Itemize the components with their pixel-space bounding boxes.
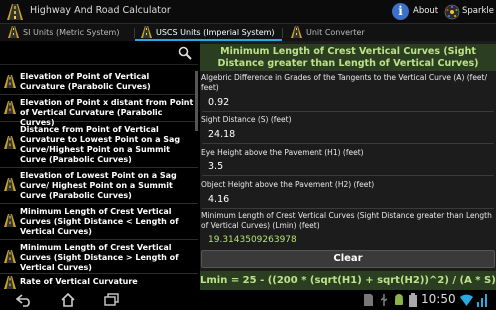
road-icon [4, 250, 16, 263]
road-icon [7, 4, 23, 20]
tab-bar: SI Units (Metric System) USCS Units (Imp… [0, 24, 496, 41]
calculator-title: Minimum Length of Crest Vertical Curves … [200, 44, 496, 71]
result-value: 19.3143509263978 [208, 235, 297, 245]
wifi-icon [460, 294, 473, 306]
object-height-input[interactable]: 4.16 [208, 194, 229, 205]
info-icon: i [392, 3, 409, 20]
sparkle-label: Sparkle [462, 6, 495, 16]
field-label-h2: Object Height above the Pavement (H2) (f… [201, 180, 375, 189]
list-item-label: Elevation of Point of Vertical Curvature… [20, 72, 151, 91]
app-title: Highway And Road Calculator [30, 5, 171, 16]
road-icon [4, 214, 16, 227]
tab-uscs-units[interactable]: USCS Units (Imperial System) [135, 24, 282, 41]
field-label-a: Algebric Difference in Grades of the Tan… [201, 73, 488, 92]
input-underline [202, 111, 494, 112]
tab-divider [282, 28, 283, 38]
list-scrollbar[interactable] [195, 71, 198, 131]
list-item[interactable]: Elevation of Point x distant from Point … [0, 95, 198, 127]
sight-distance-input[interactable]: 24.18 [208, 129, 235, 140]
result-label: Minimum Length of Crest Vertical Curves … [201, 211, 492, 230]
road-icon [4, 136, 16, 149]
calculator-panel: Minimum Length of Crest Vertical Curves … [200, 41, 496, 290]
home-icon[interactable] [60, 293, 76, 307]
road-icon [4, 178, 16, 191]
list-item-label: Minimum Length of Crest Vertical Curves … [20, 243, 179, 272]
formula-display: Lmin = 25 - ((200 * (sqrt(H1) + sqrt(H2)… [200, 271, 496, 290]
input-underline [202, 143, 494, 144]
list-item[interactable]: Minimum Length of Crest Vertical Curves … [0, 240, 198, 274]
list-item-label: Elevation of Lowest Point on a Sag Curve… [20, 171, 177, 200]
android-icon [395, 294, 403, 305]
eye-height-input[interactable]: 3.5 [208, 161, 223, 172]
road-icon [4, 276, 16, 289]
list-item-label: Distance from Point of Vertical Curvatur… [20, 125, 181, 164]
road-icon [8, 26, 19, 38]
action-bar: Highway And Road Calculator i About Spar… [0, 0, 496, 24]
usb-icon [380, 294, 388, 306]
search-row [0, 41, 198, 65]
tab-unit-converter[interactable]: Unit Converter [291, 24, 381, 41]
system-bar: 10:50 [0, 290, 496, 310]
grade-difference-input[interactable]: 0.92 [208, 97, 229, 108]
signal-icon [477, 294, 487, 307]
tab-label: USCS Units (Imperial System) [156, 28, 275, 37]
road-icon [4, 75, 16, 88]
road-icon [291, 26, 302, 38]
clear-button[interactable]: Clear [201, 250, 495, 268]
road-icon [141, 26, 152, 38]
list-item[interactable]: Distance from Point of Vertical Curvatur… [0, 122, 198, 168]
recent-apps-icon[interactable] [104, 293, 120, 307]
list-item[interactable]: Minimum Length of Crest Vertical Curves … [0, 204, 198, 240]
road-icon [4, 101, 16, 114]
clock: 10:50 [421, 292, 456, 306]
search-icon[interactable] [178, 46, 192, 60]
tab-si-units[interactable]: SI Units (Metric System) [8, 24, 128, 41]
tab-label: Unit Converter [306, 28, 365, 37]
sd-card-icon [364, 294, 373, 306]
tab-label: SI Units (Metric System) [23, 28, 120, 37]
field-label-s: Sight Distance (S) (feet) [201, 115, 292, 124]
list-item[interactable]: Elevation of Point of Vertical Curvature… [0, 69, 198, 95]
formula-list: Elevation of Point of Vertical Curvature… [0, 41, 198, 290]
sparkle-button[interactable]: Sparkle [442, 1, 496, 23]
list-item-label: Minimum Length of Crest Vertical Curves … [20, 207, 179, 236]
battery-icon [409, 293, 417, 307]
tab-divider [134, 28, 135, 38]
about-label: About [413, 6, 439, 16]
back-icon[interactable] [16, 293, 32, 307]
input-underline [202, 175, 494, 176]
list-item[interactable]: Elevation of Lowest Point on a Sag Curve… [0, 168, 198, 204]
field-label-h1: Eye Height above the Pavement (H1) (feet… [201, 148, 364, 157]
list-item[interactable]: Rate of Vertical Curvature [0, 274, 198, 290]
input-underline [202, 208, 494, 209]
about-button[interactable]: i About [390, 1, 438, 23]
sparkle-logo-icon [444, 4, 460, 20]
list-item-label: Rate of Vertical Curvature [20, 277, 138, 286]
